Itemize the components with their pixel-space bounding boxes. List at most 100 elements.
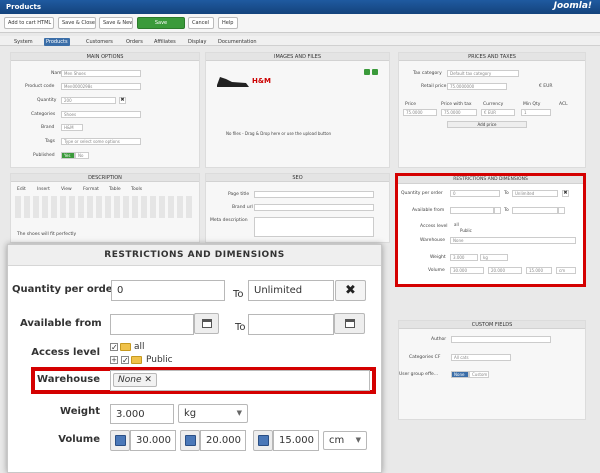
add-image-button[interactable] [372, 69, 378, 75]
drop-zone-text: No files - Drag & Drop here or use the u… [226, 131, 332, 136]
thumb-access-public[interactable]: Public [460, 228, 472, 233]
editor-menu-view[interactable]: View [61, 187, 72, 192]
menu-orders[interactable]: Orders [124, 38, 145, 46]
user-group-custom[interactable]: Custom [469, 371, 489, 378]
thumb-calendar-icon[interactable] [494, 207, 501, 214]
cancel-button[interactable]: Cancel [188, 17, 214, 29]
available-to-calendar-button[interactable] [334, 313, 365, 334]
thumb-vol-unit[interactable]: cm [556, 267, 576, 274]
editor-body[interactable]: The shoes will fit perfectly [17, 232, 76, 237]
available-from-calendar-button[interactable] [194, 313, 219, 334]
volume-unit-select[interactable]: cm ▼ [323, 431, 367, 450]
quantity-min-field[interactable]: 0 [111, 280, 225, 301]
menu-documentation[interactable]: Documentation [216, 38, 259, 46]
add-to-cart-link-button[interactable]: Add to cart HTML link [4, 17, 54, 29]
available-from-field[interactable] [110, 314, 194, 335]
thumb-weight-unit[interactable]: kg [480, 254, 508, 261]
title-bar: Products Joomla! [0, 0, 600, 14]
warehouse-tag[interactable]: None ✕ [113, 373, 157, 387]
volume-height-field[interactable]: 15.000 [273, 430, 319, 451]
product-code-field[interactable]: Men0000298s [61, 83, 141, 90]
editor-menu-insert[interactable]: Insert [37, 187, 50, 192]
weight-unit-select[interactable]: kg ▼ [178, 404, 248, 423]
clear-quantity-button[interactable]: ✖ [335, 280, 366, 301]
price-with-tax-field[interactable]: 75.0000 [441, 109, 477, 116]
thumb-access-all[interactable]: all [454, 222, 459, 227]
prices-heading: PRICES AND TAXES [399, 53, 585, 61]
categories-cf-select[interactable]: All cats [451, 354, 511, 361]
upload-button[interactable] [364, 69, 370, 75]
thumb-vol-3[interactable]: 15.000 [526, 267, 552, 274]
meta-description-field[interactable] [254, 217, 374, 237]
weight-field[interactable]: 3.000 [110, 404, 174, 424]
available-to-field[interactable] [248, 314, 334, 335]
thumb-qty-min[interactable]: 0 [450, 190, 500, 197]
tax-category-label: Tax category [413, 71, 442, 76]
min-qty-field[interactable]: 1 [521, 109, 551, 116]
quantity-label: Quantity [37, 98, 57, 103]
access-level-label: Access level [31, 347, 100, 358]
chevron-down-icon: ▼ [236, 409, 242, 417]
expand-tree-icon[interactable]: + [110, 356, 118, 364]
restrictions-panel-thumbnail: RESTRICTIONS AND DIMENSIONS Quantity per… [395, 173, 586, 287]
to-label-2: To [235, 322, 246, 333]
menu-affiliates[interactable]: Affiliates [152, 38, 178, 46]
menu-display[interactable]: Display [186, 38, 208, 46]
editor-menu-table[interactable]: Table [109, 187, 121, 192]
save-close-button[interactable]: Save & Close [58, 17, 96, 29]
save-button[interactable]: Save [137, 17, 185, 29]
help-button[interactable]: Help [218, 17, 238, 29]
folder-icon [120, 343, 131, 351]
retail-price-field[interactable]: 75.0000000 [447, 83, 507, 90]
quantity-clear-button[interactable]: ✖ [119, 97, 126, 104]
published-yes[interactable]: Yes [61, 152, 75, 159]
add-price-button[interactable]: Add price [447, 121, 527, 128]
name-field[interactable]: Men Shoes [61, 70, 141, 77]
brand-select[interactable]: H&M [61, 124, 83, 131]
access-all-checkbox[interactable]: ✓ [110, 343, 118, 352]
warehouse-tag-label: None [118, 375, 142, 385]
author-field[interactable] [451, 336, 551, 343]
volume-width-field[interactable]: 20.000 [200, 430, 246, 451]
price-field[interactable]: 75.0000 [403, 109, 437, 116]
thumb-weight-field[interactable]: 3.000 [450, 254, 478, 261]
quantity-max-field[interactable]: Unlimited [248, 280, 334, 301]
currency-select[interactable]: € EUR [481, 109, 515, 116]
prices-panel: PRICES AND TAXES Tax category Default ta… [398, 52, 586, 168]
thumb-available-from[interactable] [450, 207, 494, 214]
tax-category-select[interactable]: Default tax category [447, 70, 519, 77]
chevron-down-icon: ▼ [355, 436, 361, 444]
thumb-warehouse-field[interactable]: None [450, 237, 576, 244]
user-group-none[interactable]: None [451, 371, 469, 378]
editor-menu-tools[interactable]: Tools [131, 187, 142, 192]
tags-field[interactable]: Type or select some options [61, 138, 141, 145]
editor-menu-format[interactable]: Format [83, 187, 99, 192]
access-public-checkbox[interactable]: ✓ [121, 356, 129, 365]
description-heading: DESCRIPTION [11, 174, 199, 182]
thumb-clear-icon[interactable]: ✖ [562, 190, 569, 197]
thumb-qty-max[interactable]: Unlimited [512, 190, 558, 197]
thumb-warehouse-label: Warehouse [420, 238, 446, 243]
thumb-calendar-icon-2[interactable] [558, 207, 565, 214]
editor-toolbar[interactable] [15, 196, 195, 218]
thumb-vol-2[interactable]: 20.000 [488, 267, 522, 274]
remove-tag-icon[interactable]: ✕ [144, 375, 152, 385]
menu-products[interactable]: Products [44, 38, 70, 46]
brand-url-field[interactable] [254, 204, 374, 211]
quantity-field[interactable]: 200 [61, 97, 116, 104]
menu-system[interactable]: System [12, 38, 35, 46]
categories-field[interactable]: Shoes [61, 111, 141, 118]
menu-customers[interactable]: Customers [84, 38, 115, 46]
editor-menu-edit[interactable]: Edit [17, 187, 26, 192]
volume-length-field[interactable]: 30.000 [130, 430, 176, 451]
weight-unit-value: kg [184, 408, 197, 419]
thumb-available-to[interactable] [512, 207, 558, 214]
thumb-vol-1[interactable]: 30.000 [450, 267, 484, 274]
price-col-header: Price [405, 102, 416, 107]
seo-heading: SEO [206, 174, 389, 182]
published-no[interactable]: No [75, 152, 89, 159]
page-title-field[interactable] [254, 191, 374, 198]
length-icon [115, 435, 126, 446]
save-new-button[interactable]: Save & New [99, 17, 133, 29]
price-with-tax-col-header: Price with tax [441, 102, 472, 107]
